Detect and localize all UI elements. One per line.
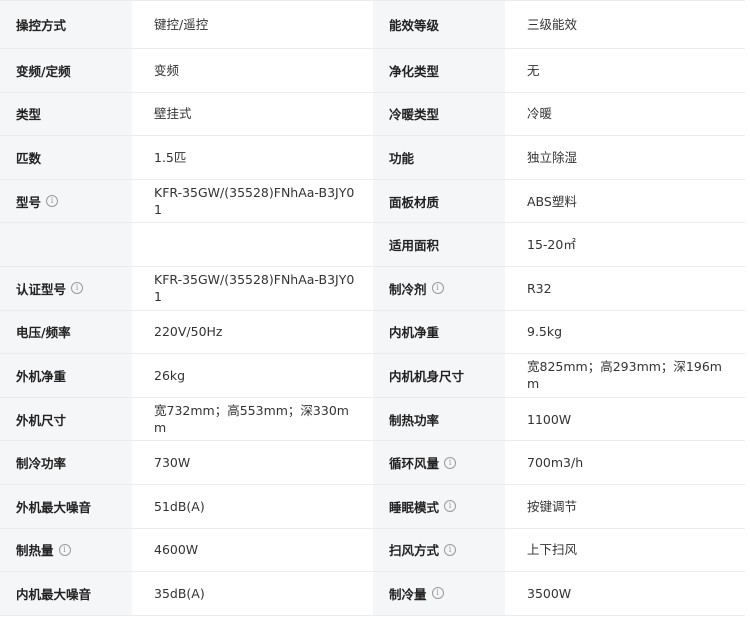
spec-label: 扫风方式 i <box>373 528 505 572</box>
spec-row: 内机最大噪音 35dB(A) 制冷量 i 3500W <box>0 572 745 616</box>
spec-row: 变频/定频 变频 净化类型 无 <box>0 49 745 93</box>
spec-row: 外机最大噪音 51dB(A) 睡眠模式 i 按键调节 <box>0 484 745 529</box>
spec-value: 3500W <box>505 572 745 615</box>
spec-row: 类型 壁挂式 冷暖类型 冷暖 <box>0 92 745 137</box>
spec-value: 35dB(A) <box>132 572 373 615</box>
spec-label: 类型 <box>0 92 132 136</box>
spec-label: 内机净重 <box>373 310 505 354</box>
spec-value: 无 <box>505 49 745 92</box>
spec-label: 能效等级 <box>373 1 505 48</box>
spec-row: 外机净重 26kg 内机机身尺寸 宽825mm；高293mm；深196mm <box>0 354 745 398</box>
spec-value: 宽825mm；高293mm；深196mm <box>505 354 745 397</box>
spec-label: 制热量 i <box>0 528 132 572</box>
spec-value: 冷暖 <box>505 92 745 136</box>
spec-value: 1.5匹 <box>132 136 373 179</box>
info-circle-icon[interactable]: i <box>431 587 444 600</box>
spec-value: 700m3/h <box>505 441 745 484</box>
spec-label: 外机净重 <box>0 354 132 397</box>
spec-value: 220V/50Hz <box>132 310 373 354</box>
spec-label: 操控方式 <box>0 1 132 48</box>
info-circle-icon[interactable]: i <box>444 500 457 513</box>
spec-row: 电压/频率 220V/50Hz 内机净重 9.5kg <box>0 310 745 355</box>
spec-label: 循环风量 i <box>373 441 505 484</box>
spec-value: 15-20㎡ <box>505 223 745 266</box>
spec-label: 匹数 <box>0 136 132 179</box>
spec-label: 冷暖类型 <box>373 92 505 136</box>
spec-label: 制冷功率 <box>0 441 132 484</box>
spec-row: 匹数 1.5匹 功能 独立除湿 <box>0 136 745 180</box>
spec-value: 730W <box>132 441 373 484</box>
spec-table: 操控方式 键控/遥控 能效等级 三级能效 变频/定频 变频 净化类型 无 类型 … <box>0 0 745 619</box>
spec-label: 变频/定频 <box>0 49 132 92</box>
spec-label <box>0 223 132 266</box>
spec-value: 三级能效 <box>505 1 745 48</box>
spec-label: 电压/频率 <box>0 310 132 354</box>
spec-value <box>132 223 373 266</box>
spec-label: 内机机身尺寸 <box>373 354 505 397</box>
spec-value: 4600W <box>132 528 373 572</box>
spec-label: 制冷剂 i <box>373 266 505 310</box>
spec-label: 制热功率 <box>373 397 505 441</box>
spec-value: 宽732mm；高553mm；深330mm <box>132 397 373 441</box>
spec-label: 认证型号 i <box>0 266 132 310</box>
spec-label: 面板材质 <box>373 179 505 223</box>
info-circle-icon[interactable]: i <box>444 543 457 556</box>
spec-label: 外机最大噪音 <box>0 484 132 528</box>
spec-label: 净化类型 <box>373 49 505 92</box>
info-circle-icon[interactable]: i <box>71 282 84 295</box>
spec-label: 外机尺寸 <box>0 397 132 441</box>
spec-value: 键控/遥控 <box>132 1 373 48</box>
spec-value: 9.5kg <box>505 310 745 354</box>
spec-label: 适用面积 <box>373 223 505 266</box>
spec-label: 功能 <box>373 136 505 179</box>
spec-row: 外机尺寸 宽732mm；高553mm；深330mm 制热功率 1100W <box>0 397 745 442</box>
spec-label: 型号 i <box>0 179 132 223</box>
info-circle-icon[interactable]: i <box>58 543 71 556</box>
spec-value: ABS塑料 <box>505 179 745 223</box>
spec-row: 适用面积 15-20㎡ <box>0 223 745 267</box>
spec-value: KFR-35GW/(35528)FNhAa-B3JY01 <box>132 179 373 223</box>
spec-value: 独立除湿 <box>505 136 745 179</box>
spec-row: 认证型号 i KFR-35GW/(35528)FNhAa-B3JY01 制冷剂 i … <box>0 266 745 311</box>
spec-label: 制冷量 i <box>373 572 505 615</box>
spec-value: KFR-35GW/(35528)FNhAa-B3JY01 <box>132 266 373 310</box>
spec-row: 操控方式 键控/遥控 能效等级 三级能效 <box>0 1 745 49</box>
info-circle-icon[interactable]: i <box>431 282 444 295</box>
spec-row: 型号 i KFR-35GW/(35528)FNhAa-B3JY01 面板材质 AB… <box>0 179 745 224</box>
spec-value: 1100W <box>505 397 745 441</box>
spec-value: 26kg <box>132 354 373 397</box>
spec-label: 内机最大噪音 <box>0 572 132 615</box>
spec-row: 制热量 i 4600W 扫风方式 i 上下扫风 <box>0 528 745 573</box>
spec-value: 变频 <box>132 49 373 92</box>
spec-value: R32 <box>505 266 745 310</box>
spec-value: 上下扫风 <box>505 528 745 572</box>
spec-value: 壁挂式 <box>132 92 373 136</box>
spec-value: 按键调节 <box>505 484 745 528</box>
info-circle-icon[interactable]: i <box>444 456 457 469</box>
info-circle-icon[interactable]: i <box>46 195 59 208</box>
spec-row: 制冷功率 730W 循环风量 i 700m3/h <box>0 441 745 485</box>
spec-label: 睡眠模式 i <box>373 484 505 528</box>
spec-value: 51dB(A) <box>132 484 373 528</box>
